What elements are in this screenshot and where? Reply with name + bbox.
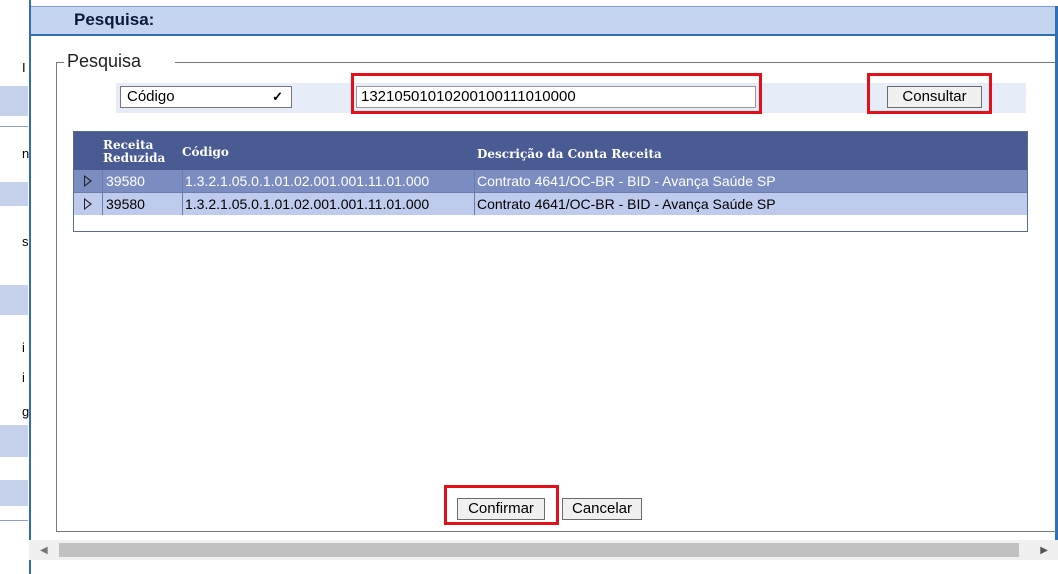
- background-strip: [0, 480, 28, 506]
- table-row[interactable]: 39580 1.3.2.1.05.0.1.01.02.001.001.11.01…: [74, 170, 1027, 192]
- column-header-codigo[interactable]: Código: [182, 146, 229, 159]
- fieldset-border: [56, 62, 64, 63]
- dialog-title-bar[interactable]: Pesquisa:: [31, 6, 1058, 36]
- row-selector-icon[interactable]: [84, 175, 92, 187]
- background-strip: [0, 285, 28, 315]
- highlight-box: [351, 73, 762, 114]
- results-table: Receita Reduzida Código Descrição da Cont…: [73, 131, 1028, 232]
- column-header-receita-reduzida[interactable]: Receita Reduzida: [103, 139, 165, 165]
- horizontal-scrollbar[interactable]: ◀ ▶: [29, 540, 1058, 560]
- highlight-box: [444, 485, 559, 525]
- chevron-down-icon: ✓: [272, 89, 283, 104]
- background-text: i: [22, 340, 25, 355]
- column-divider: [182, 170, 183, 192]
- cancel-button[interactable]: Cancelar: [562, 498, 642, 520]
- column-divider: [182, 193, 183, 215]
- column-divider: [102, 170, 103, 192]
- dialog-title: Pesquisa:: [74, 10, 155, 29]
- table-row[interactable]: 39580 1.3.2.1.05.0.1.01.02.001.001.11.01…: [74, 193, 1027, 215]
- background-divider: [0, 126, 28, 127]
- receita-reduzida-cell: 39580: [106, 173, 145, 189]
- fieldset-legend: Pesquisa: [67, 51, 142, 71]
- background-page: I n s i i g: [0, 0, 30, 574]
- receita-reduzida-cell: 39580: [106, 196, 145, 212]
- background-text: i: [22, 370, 25, 385]
- highlight-box: [867, 73, 992, 114]
- column-divider: [474, 170, 475, 192]
- background-strip: [0, 425, 28, 457]
- column-divider: [474, 193, 475, 215]
- background-strip: [0, 86, 28, 116]
- search-dialog: Pesquisa: Pesquisa Código ✓ 132105010102…: [29, 0, 1058, 574]
- table-header: Receita Reduzida Código Descrição da Cont…: [74, 132, 1027, 170]
- descricao-cell: Contrato 4641/OC-BR - BID - Avança Saúde…: [477, 196, 776, 212]
- select-value: Código: [127, 88, 175, 105]
- background-text: s: [22, 234, 29, 249]
- scrollbar-thumb[interactable]: [59, 543, 1019, 557]
- codigo-cell: 1.3.2.1.05.0.1.01.02.001.001.11.01.000: [185, 196, 430, 212]
- background-text: I: [22, 60, 26, 75]
- scroll-right-icon[interactable]: ▶: [1040, 545, 1048, 556]
- search-field-select[interactable]: Código ✓: [120, 86, 292, 108]
- row-selector-icon[interactable]: [84, 198, 92, 210]
- column-divider: [102, 193, 103, 215]
- scroll-left-icon[interactable]: ◀: [40, 545, 48, 556]
- background-strip: [0, 182, 28, 206]
- column-header-descricao[interactable]: Descrição da Conta Receita: [477, 148, 662, 161]
- background-divider: [0, 520, 28, 521]
- column-header-text: Receita Reduzida: [103, 138, 166, 165]
- codigo-cell: 1.3.2.1.05.0.1.01.02.001.001.11.01.000: [185, 173, 430, 189]
- fieldset-border: [175, 62, 1055, 63]
- descricao-cell: Contrato 4641/OC-BR - BID - Avança Saúde…: [477, 173, 776, 189]
